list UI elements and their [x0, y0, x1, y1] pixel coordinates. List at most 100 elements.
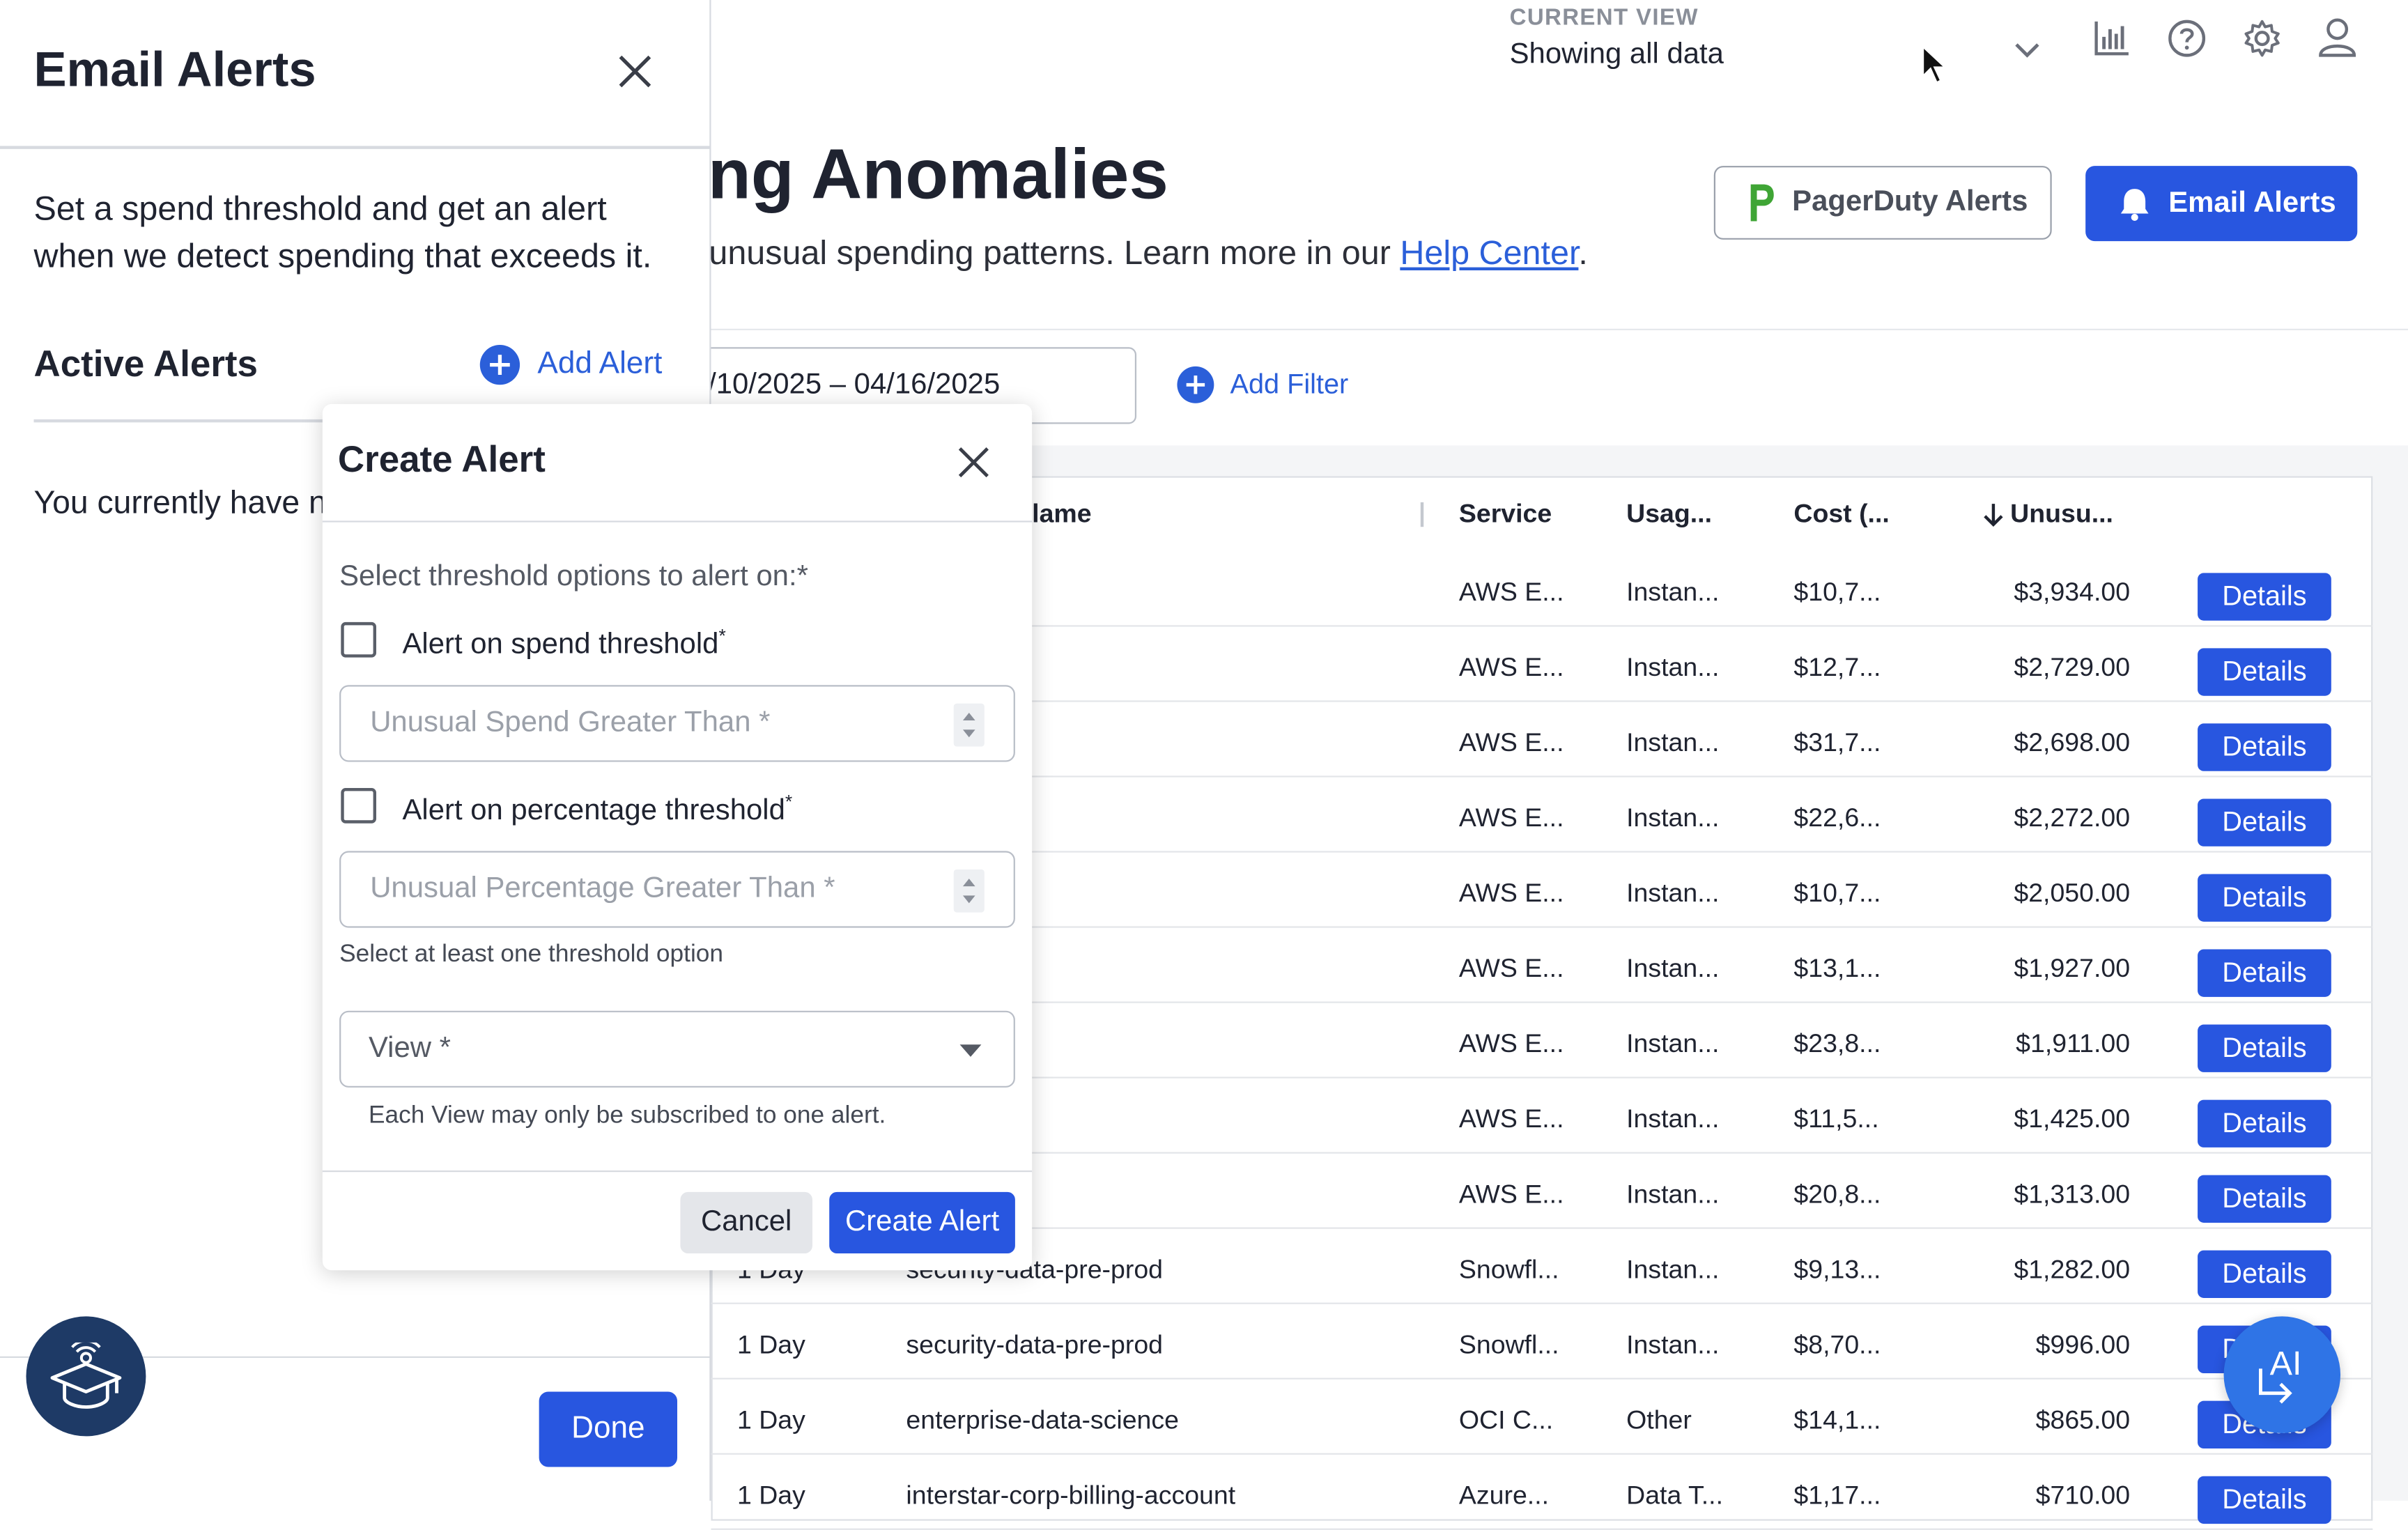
create-alert-button[interactable]: Create Alert: [829, 1191, 1015, 1254]
required-mark: *: [785, 791, 793, 813]
close-icon[interactable]: [957, 445, 990, 479]
cell-unusual-spend: $2,698.00: [2014, 728, 2131, 757]
add-filter-button[interactable]: Add Filter: [1176, 366, 1348, 404]
cell-name: enterprise-data-science: [906, 1405, 1179, 1435]
percentage-stepper-icon[interactable]: [953, 869, 985, 913]
cell-service: AWS E...: [1458, 728, 1564, 757]
cell-usage: Instan...: [1626, 1029, 1720, 1059]
cell-usage: Instan...: [1626, 1104, 1720, 1134]
column-header-service[interactable]: Service: [1459, 500, 1552, 530]
cancel-button[interactable]: Cancel: [680, 1191, 812, 1254]
bar-chart-icon[interactable]: [2092, 18, 2131, 58]
dialog-title: Create Alert: [337, 439, 546, 481]
help-icon[interactable]: [2167, 18, 2207, 58]
chevron-down-icon[interactable]: [2012, 40, 2042, 61]
cell-usage: Instan...: [1626, 1180, 1720, 1210]
details-button[interactable]: Details: [2198, 874, 2331, 922]
unusual-percentage-input[interactable]: [339, 851, 1015, 928]
cell-unusual-spend: $2,272.00: [2014, 803, 2131, 833]
cell-period: 1 Day: [736, 1481, 805, 1510]
cell-period: 1 Day: [736, 1330, 805, 1360]
cell-unusual-spend: $3,934.00: [2014, 577, 2131, 607]
threshold-helper-text: Select at least one threshold option: [339, 941, 724, 968]
details-button[interactable]: Details: [2198, 648, 2331, 696]
column-header-usage[interactable]: Usag...: [1626, 500, 1712, 530]
spend-threshold-checkbox[interactable]: [341, 621, 377, 658]
pagerduty-logo-icon: [1746, 181, 1777, 224]
spend-stepper-icon[interactable]: [953, 703, 985, 747]
done-button[interactable]: Done: [539, 1391, 678, 1467]
help-center-link[interactable]: Help Center: [1400, 233, 1578, 272]
details-button[interactable]: Details: [2198, 573, 2331, 621]
academy-button[interactable]: [26, 1316, 146, 1437]
cell-usage: Instan...: [1626, 652, 1720, 682]
cell-usage: Instan...: [1626, 1330, 1720, 1360]
caret-down-icon: [958, 1043, 982, 1058]
cell-usage: Instan...: [1626, 879, 1720, 908]
unusual-spend-field[interactable]: [366, 704, 942, 742]
email-alerts-button[interactable]: Email Alerts: [2085, 166, 2358, 242]
cell-unusual-spend: $1,927.00: [2014, 954, 2131, 984]
current-view-value[interactable]: Showing all data: [1510, 38, 1724, 72]
spend-threshold-label-text: Alert on spend threshold: [402, 628, 719, 661]
email-alerts-label: Email Alerts: [2168, 186, 2336, 219]
view-select[interactable]: View *: [339, 1010, 1015, 1088]
pagerduty-alerts-button[interactable]: PagerDuty Alerts: [1713, 166, 2052, 240]
ai-assistant-icon: AI: [2251, 1344, 2313, 1405]
panel-description: Set a spend threshold and get an alert w…: [33, 189, 652, 275]
details-button[interactable]: Details: [2198, 1175, 2331, 1223]
details-button[interactable]: Details: [2198, 1099, 2331, 1148]
gear-icon[interactable]: [2242, 18, 2282, 58]
cell-cost: $12,7...: [1793, 652, 1881, 682]
cell-service: Azure...: [1458, 1481, 1550, 1510]
percentage-threshold-checkbox[interactable]: [341, 788, 377, 824]
ai-assistant-button[interactable]: AI: [2223, 1316, 2341, 1433]
cell-cost: $31,7...: [1793, 728, 1881, 757]
details-button[interactable]: Details: [2198, 1476, 2331, 1524]
row-divider: [711, 1377, 2373, 1380]
panel-header-divider: [0, 146, 711, 149]
add-alert-button[interactable]: Add Alert: [479, 344, 662, 386]
details-button[interactable]: Details: [2198, 798, 2331, 847]
column-header-unusual[interactable]: Unusu...: [1981, 500, 2113, 530]
column-resize-handle[interactable]: [1420, 502, 1424, 527]
cell-service: OCI C...: [1458, 1405, 1554, 1435]
plus-circle-icon: [479, 344, 521, 386]
cell-unusual-spend: $710.00: [2035, 1481, 2131, 1510]
page-title: ding Anomalies: [645, 133, 1168, 214]
cell-unusual-spend: $996.00: [2035, 1330, 2131, 1360]
cell-cost: $1,17...: [1793, 1481, 1881, 1510]
user-icon[interactable]: [2317, 17, 2357, 59]
close-icon[interactable]: [616, 52, 654, 91]
details-button[interactable]: Details: [2198, 723, 2331, 771]
cell-service: AWS E...: [1458, 1029, 1564, 1059]
cell-unusual-spend: $2,729.00: [2014, 652, 2131, 682]
cell-usage: Data T...: [1626, 1481, 1723, 1510]
details-button[interactable]: Details: [2198, 1250, 2331, 1298]
unusual-spend-input[interactable]: [339, 685, 1015, 762]
cell-name: security-data-pre-prod: [906, 1330, 1164, 1360]
threshold-prompt: Select threshold options to alert on:*: [339, 560, 808, 594]
page-description: y of unusual spending patterns. Learn mo…: [645, 233, 1588, 273]
graduation-cap-icon: [47, 1342, 124, 1410]
column-header-name[interactable]: lame: [1032, 500, 1091, 530]
cell-unusual-spend: $865.00: [2035, 1405, 2131, 1435]
column-header-cost[interactable]: Cost (...: [1793, 500, 1889, 530]
cell-service: AWS E...: [1458, 652, 1564, 682]
cell-service: Snowfl...: [1458, 1330, 1559, 1360]
details-button[interactable]: Details: [2198, 1024, 2331, 1072]
cell-unusual-spend: $1,911.00: [2016, 1029, 2131, 1059]
cell-cost: $20,8...: [1793, 1180, 1881, 1210]
sort-arrow-down-icon: [1981, 501, 2005, 529]
cell-cost: $10,7...: [1793, 577, 1881, 607]
details-button[interactable]: Details: [2198, 949, 2331, 997]
cell-period: 1 Day: [736, 1405, 805, 1435]
cell-usage: Instan...: [1626, 954, 1720, 984]
page-description-end: .: [1578, 233, 1588, 272]
page-description-text: y of unusual spending patterns. Learn mo…: [645, 233, 1400, 272]
dialog-footer-divider: [322, 1170, 1033, 1173]
unusual-percentage-field[interactable]: [366, 871, 942, 908]
active-alerts-title: Active Alerts: [33, 343, 258, 386]
cell-usage: Instan...: [1626, 1255, 1720, 1285]
cell-service: AWS E...: [1458, 954, 1564, 984]
